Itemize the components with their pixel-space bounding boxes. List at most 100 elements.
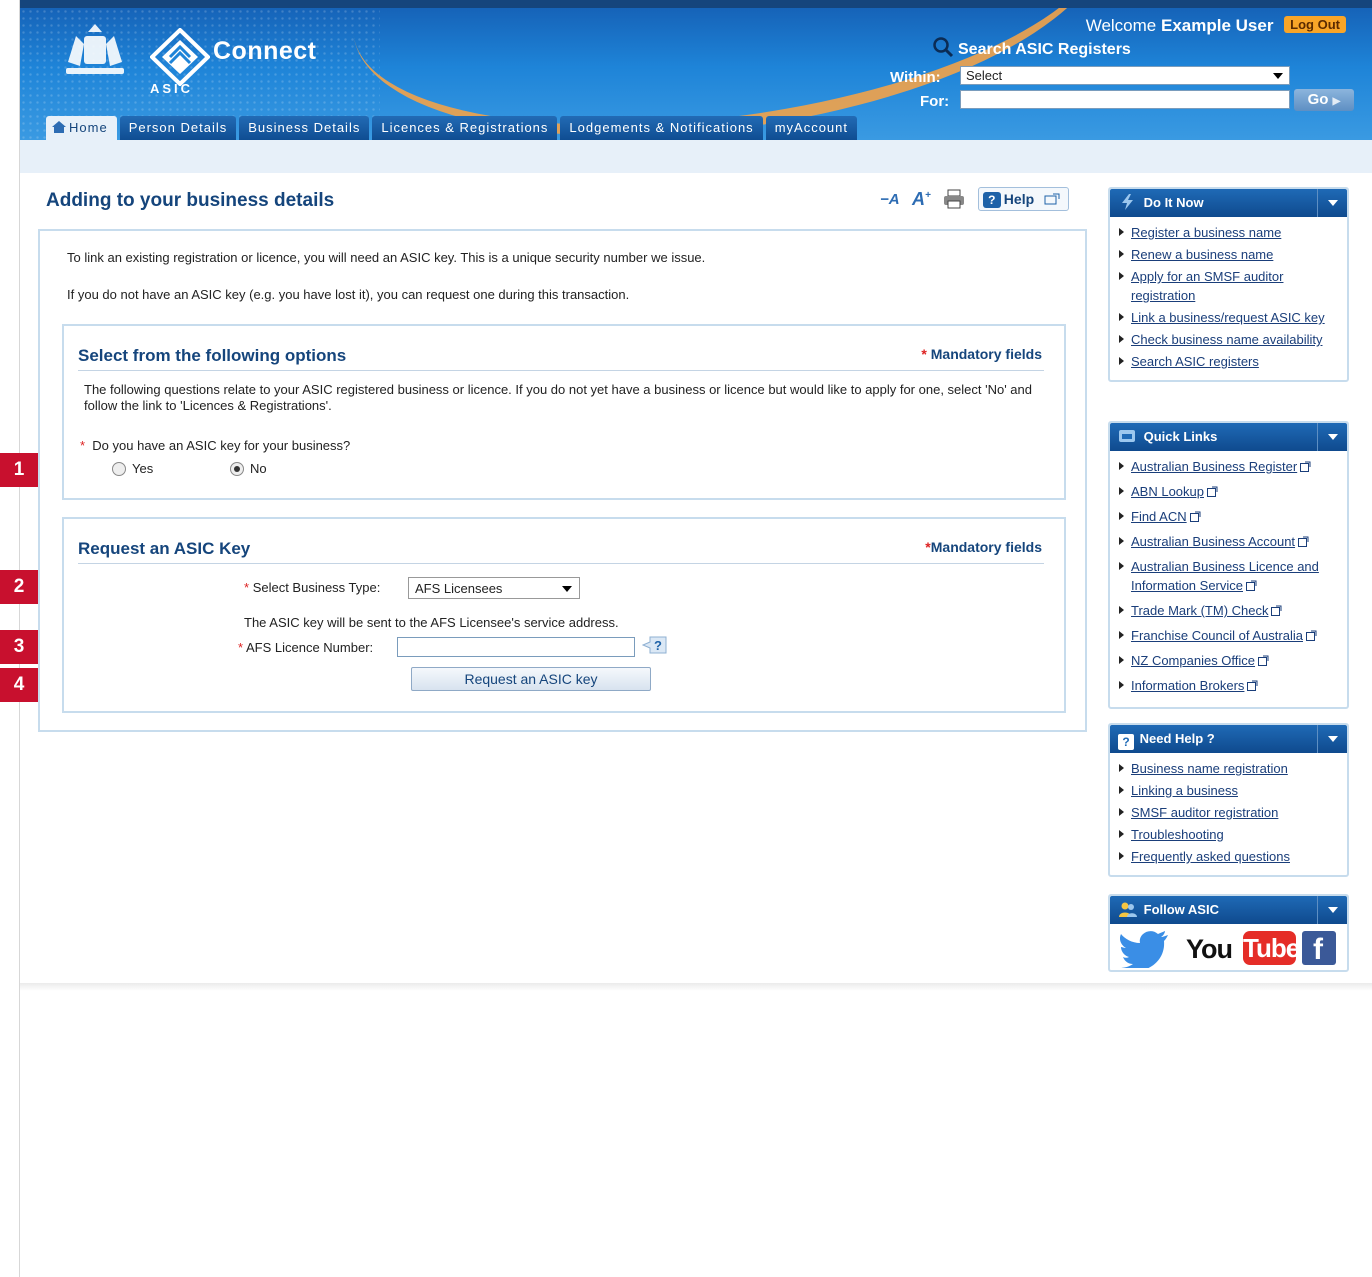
link-renew-business-name[interactable]: Renew a business name: [1131, 247, 1273, 262]
list-item: Business name registration: [1118, 759, 1343, 778]
required-asterisk: *: [238, 640, 244, 655]
search-input[interactable]: [960, 90, 1290, 109]
follow-asic-title: Follow ASIC: [1143, 902, 1219, 917]
quick-links-list: Australian Business Register ABN Lookup …: [1110, 451, 1347, 707]
link-find-acn[interactable]: Find ACN: [1131, 509, 1187, 524]
radio-button[interactable]: [112, 462, 126, 476]
step-marker-2: 2: [0, 570, 38, 604]
increase-text-icon[interactable]: A+: [912, 189, 931, 210]
mandatory-label: Mandatory fields: [930, 346, 1042, 362]
radio-yes[interactable]: Yes: [112, 461, 153, 476]
external-link-icon: [1305, 630, 1317, 641]
tab-business-details[interactable]: Business Details: [239, 116, 370, 140]
search-registers-label: Search ASIC Registers: [958, 41, 1131, 58]
tab-person-details[interactable]: Person Details: [119, 116, 237, 140]
link-business-account[interactable]: Australian Business Account: [1131, 534, 1295, 549]
popup-window-icon: [1044, 193, 1060, 205]
help-bubble-icon[interactable]: ?: [642, 635, 668, 655]
request-panel-title: Request an ASIC Key: [78, 539, 251, 558]
decrease-text-icon[interactable]: −A: [880, 191, 900, 208]
radio-no[interactable]: No: [230, 461, 267, 476]
list-item: SMSF auditor registration: [1118, 803, 1343, 822]
list-item: Troubleshooting: [1118, 825, 1343, 844]
link-abr[interactable]: Australian Business Register: [1131, 459, 1297, 474]
need-help-list: Business name registration Linking a bus…: [1110, 753, 1347, 875]
link-nz-companies[interactable]: NZ Companies Office: [1131, 653, 1255, 668]
link-business-licence-info[interactable]: Australian Business Licence and Informat…: [1131, 559, 1319, 593]
link-register-business-name[interactable]: Register a business name: [1131, 225, 1281, 240]
mandatory-label: Mandatory fields: [930, 539, 1042, 555]
external-link-icon: [1258, 655, 1269, 666]
people-icon: [1119, 902, 1137, 917]
list-item: Franchise Council of Australia: [1118, 626, 1343, 645]
request-asic-key-button[interactable]: Request an ASIC key: [411, 667, 651, 691]
search-icon: [933, 37, 954, 58]
step-marker-3: 3: [0, 630, 38, 664]
service-address-note: The ASIC key will be sent to the AFS Lic…: [244, 615, 619, 630]
chevron-down-icon[interactable]: [1317, 725, 1347, 753]
main-content-box: To link an existing registration or lice…: [38, 229, 1087, 732]
tab-home[interactable]: Home: [46, 116, 117, 140]
step-marker-4: 4: [0, 668, 38, 702]
business-type-value: AFS Licensees: [415, 581, 503, 596]
chevron-down-icon[interactable]: [1317, 423, 1347, 451]
link-help-business-name-registration[interactable]: Business name registration: [1131, 761, 1288, 776]
link-help-smsf-auditor[interactable]: SMSF auditor registration: [1131, 805, 1278, 820]
tab-myaccount[interactable]: myAccount: [765, 116, 857, 140]
panel-divider: [78, 370, 1044, 371]
home-icon: [52, 121, 66, 133]
chevron-down-icon: [1273, 73, 1283, 79]
twitter-icon[interactable]: [1120, 930, 1170, 968]
link-franchise-council[interactable]: Franchise Council of Australia: [1131, 628, 1303, 643]
logout-button[interactable]: Log Out: [1284, 16, 1346, 33]
tab-lodgements-notifications[interactable]: Lodgements & Notifications: [560, 116, 763, 140]
list-item: Register a business name: [1118, 223, 1343, 242]
options-panel: Select from the following options * Mand…: [62, 324, 1066, 500]
link-trade-mark-check[interactable]: Trade Mark (TM) Check: [1131, 603, 1268, 618]
link-search-registers[interactable]: Search ASIC registers: [1131, 354, 1259, 369]
facebook-icon[interactable]: f: [1302, 931, 1336, 966]
link-help-linking-business[interactable]: Linking a business: [1131, 783, 1238, 798]
link-check-name-availability[interactable]: Check business name availability: [1131, 332, 1322, 347]
print-icon[interactable]: [943, 189, 965, 209]
do-it-now-title: Do It Now: [1143, 195, 1204, 210]
link-information-brokers[interactable]: Information Brokers: [1131, 678, 1244, 693]
page-title: Adding to your business details: [46, 190, 335, 211]
list-item: Link a business/request ASIC key: [1118, 308, 1343, 327]
link-help-troubleshooting[interactable]: Troubleshooting: [1131, 827, 1224, 842]
panel-divider: [78, 563, 1044, 564]
need-help-widget: ? Need Help ? Business name registration…: [1108, 723, 1349, 877]
external-link-icon: [1298, 536, 1309, 547]
search-registers-title: Search ASIC Registers: [958, 41, 1131, 59]
link-apply-smsf-auditor[interactable]: Apply for an SMSF auditor registration: [1131, 269, 1283, 303]
quick-links-header: Quick Links: [1110, 423, 1347, 451]
header-top-line: [20, 0, 1372, 8]
link-link-business[interactable]: Link a business/request ASIC key: [1131, 310, 1325, 325]
afs-licence-number-input[interactable]: [397, 637, 635, 657]
licence-number-label-text: AFS Licence Number:: [245, 640, 374, 655]
go-button[interactable]: Go ▶: [1294, 89, 1354, 111]
chevron-down-icon[interactable]: [1317, 896, 1347, 924]
licence-number-label: * AFS Licence Number:: [238, 640, 373, 655]
list-item: ABN Lookup: [1118, 482, 1343, 501]
site-header: Connect ASIC Welcome Example User Log Ou…: [20, 8, 1372, 140]
within-select[interactable]: Select: [960, 66, 1290, 85]
list-item: Australian Business Licence and Informat…: [1118, 557, 1343, 595]
link-help-faq[interactable]: Frequently asked questions: [1131, 849, 1290, 864]
youtube-you-text: You: [1186, 934, 1233, 964]
help-button[interactable]: ? Help: [977, 187, 1070, 211]
page-tools: −A A+ ? Help: [880, 187, 1070, 213]
business-type-label: * Select Business Type:: [244, 580, 380, 595]
radio-yes-label: Yes: [132, 461, 154, 476]
list-item: Renew a business name: [1118, 245, 1343, 264]
do-it-now-widget: Do It Now Register a business name Renew…: [1108, 187, 1349, 382]
follow-asic-widget: Follow ASIC You Tube f: [1108, 894, 1349, 972]
tab-licences-registrations[interactable]: Licences & Registrations: [372, 116, 558, 140]
arrow-right-icon: ▶: [1332, 96, 1341, 107]
business-type-select[interactable]: AFS Licensees: [408, 577, 580, 599]
radio-button-selected[interactable]: [230, 462, 244, 476]
link-abn-lookup[interactable]: ABN Lookup: [1131, 484, 1204, 499]
quick-links-icon: [1119, 430, 1135, 442]
list-item: Information Brokers: [1118, 676, 1343, 695]
chevron-down-icon[interactable]: [1317, 189, 1347, 217]
